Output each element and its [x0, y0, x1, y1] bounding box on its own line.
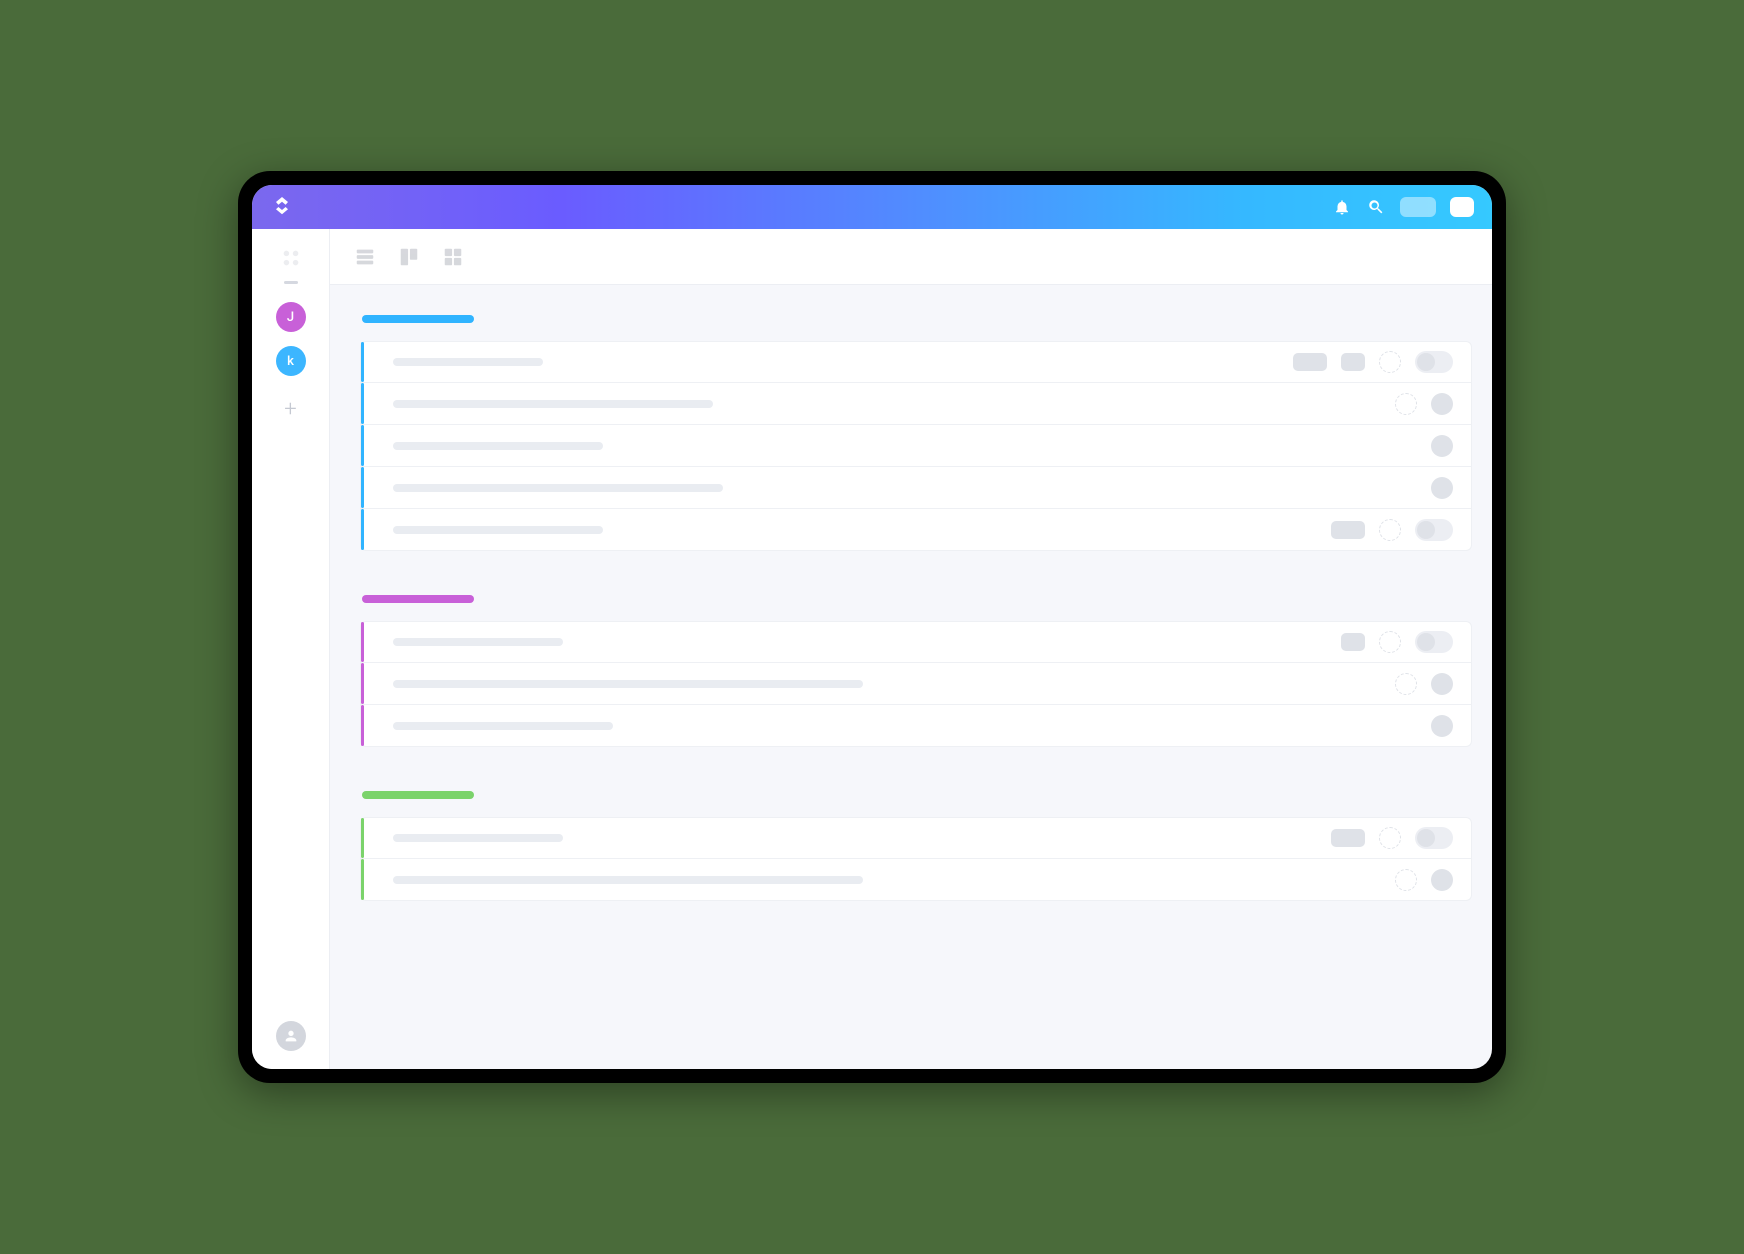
task-group: [360, 791, 1472, 901]
board-view-icon[interactable]: [398, 246, 420, 268]
task-toggle[interactable]: [1415, 519, 1453, 541]
assignee-empty-icon: [1395, 673, 1417, 695]
task-title-placeholder: [393, 722, 613, 730]
task-row[interactable]: [360, 383, 1472, 425]
add-space-button[interactable]: +: [276, 394, 306, 424]
task-row[interactable]: [360, 663, 1472, 705]
task-toggle[interactable]: [1415, 827, 1453, 849]
task-status-accent: [361, 663, 365, 704]
task-row[interactable]: [360, 705, 1472, 747]
assignee-avatar: [1431, 715, 1453, 737]
profile-button[interactable]: [276, 1021, 306, 1051]
assignee-empty-icon: [1379, 351, 1401, 373]
task-status-accent: [361, 383, 365, 424]
notifications-icon[interactable]: [1332, 197, 1352, 217]
view-bar: [330, 229, 1492, 285]
app-body: Jk +: [252, 229, 1492, 1069]
task-group: [360, 595, 1472, 747]
task-list-content: [330, 285, 1492, 1069]
search-icon[interactable]: [1366, 197, 1386, 217]
assignee-avatar: [1431, 673, 1453, 695]
task-title-placeholder: [393, 358, 543, 366]
box-view-icon[interactable]: [442, 246, 464, 268]
task-tag: [1331, 829, 1365, 847]
task-row[interactable]: [360, 341, 1472, 383]
task-toggle[interactable]: [1415, 351, 1453, 373]
task-title-placeholder: [393, 638, 563, 646]
assignee-empty-icon: [1395, 869, 1417, 891]
task-tag: [1341, 353, 1365, 371]
sidebar: Jk +: [252, 229, 330, 1069]
assignee-empty-icon: [1379, 519, 1401, 541]
assignee-empty-icon: [1395, 393, 1417, 415]
assignee-empty-icon: [1379, 827, 1401, 849]
sidebar-divider: [284, 281, 298, 284]
app-screen: Jk +: [252, 185, 1492, 1069]
header-action-2[interactable]: [1450, 197, 1474, 217]
task-title-placeholder: [393, 484, 723, 492]
task-row[interactable]: [360, 425, 1472, 467]
assignee-avatar: [1431, 435, 1453, 457]
task-status-accent: [361, 425, 365, 466]
task-status-accent: [361, 342, 365, 382]
task-status-accent: [361, 467, 365, 508]
header-action-1[interactable]: [1400, 197, 1436, 217]
task-tag: [1331, 521, 1365, 539]
app-logo-icon[interactable]: [270, 195, 294, 219]
task-row[interactable]: [360, 817, 1472, 859]
task-tag: [1341, 633, 1365, 651]
group-status-header[interactable]: [362, 791, 474, 799]
task-row[interactable]: [360, 467, 1472, 509]
task-toggle[interactable]: [1415, 631, 1453, 653]
task-title-placeholder: [393, 680, 863, 688]
workspace-avatar-1[interactable]: k: [276, 346, 306, 376]
assignee-empty-icon: [1379, 631, 1401, 653]
device-frame: Jk +: [238, 171, 1506, 1083]
task-group: [360, 315, 1472, 551]
task-title-placeholder: [393, 834, 563, 842]
task-tag: [1293, 353, 1327, 371]
task-row[interactable]: [360, 859, 1472, 901]
group-status-header[interactable]: [362, 315, 474, 323]
list-view-icon[interactable]: [354, 246, 376, 268]
task-status-accent: [361, 622, 365, 662]
task-row[interactable]: [360, 509, 1472, 551]
assignee-avatar: [1431, 477, 1453, 499]
task-title-placeholder: [393, 400, 713, 408]
main-area: [330, 229, 1492, 1069]
task-status-accent: [361, 818, 365, 858]
workspace-avatar-0[interactable]: J: [276, 302, 306, 332]
assignee-avatar: [1431, 869, 1453, 891]
task-status-accent: [361, 509, 365, 550]
task-title-placeholder: [393, 876, 863, 884]
task-row[interactable]: [360, 621, 1472, 663]
task-title-placeholder: [393, 442, 603, 450]
task-title-placeholder: [393, 526, 603, 534]
task-status-accent: [361, 859, 365, 900]
assignee-avatar: [1431, 393, 1453, 415]
spaces-grid-icon[interactable]: [280, 247, 302, 269]
task-status-accent: [361, 705, 365, 746]
group-status-header[interactable]: [362, 595, 474, 603]
top-bar: [252, 185, 1492, 229]
